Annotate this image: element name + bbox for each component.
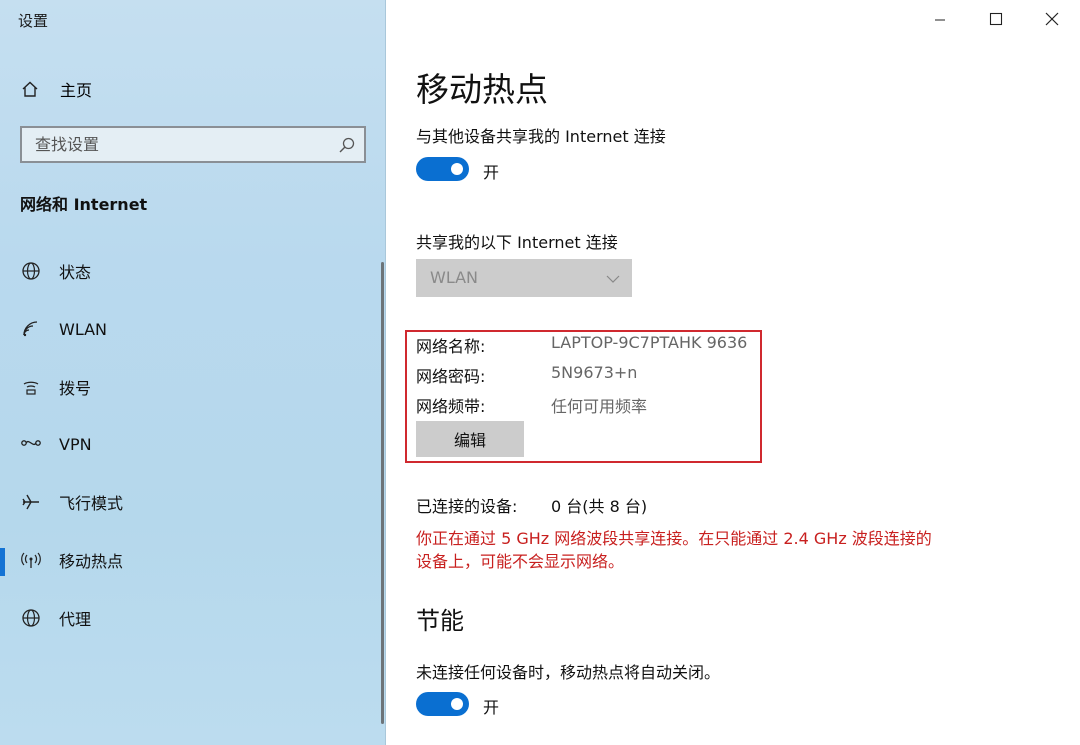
power-saving-desc: 未连接任何设备时，移动热点将自动关闭。: [416, 663, 721, 682]
sidebar-item-vpn[interactable]: VPN: [0, 424, 384, 464]
wifi-icon: [20, 318, 42, 340]
search-input[interactable]: [22, 128, 335, 161]
sidebar-item-status[interactable]: 状态: [0, 251, 384, 291]
share-from-value: WLAN: [430, 268, 479, 287]
network-band-label: 网络频带:: [416, 397, 486, 416]
sidebar-item-wlan[interactable]: WLAN: [0, 309, 384, 349]
globe-status-icon: [20, 260, 42, 282]
share-internet-label: 与其他设备共享我的 Internet 连接: [416, 127, 666, 146]
sidebar-item-proxy[interactable]: 代理: [0, 598, 384, 638]
network-password-label: 网络密码:: [416, 367, 486, 386]
dialup-icon: [20, 376, 42, 398]
search-box[interactable]: [20, 126, 366, 163]
chevron-down-icon: [606, 271, 620, 285]
toggle-knob: [451, 698, 463, 710]
power-saving-title: 节能: [416, 607, 464, 635]
edit-button[interactable]: 编辑: [416, 421, 524, 457]
band-warning-line2: 设备上，可能不会显示网络。: [416, 552, 625, 571]
power-saving-toggle[interactable]: [416, 692, 469, 716]
globe-icon: [20, 607, 42, 629]
page-title: 移动热点: [416, 70, 548, 109]
main-content: 移动热点 与其他设备共享我的 Internet 连接 开 共享我的以下 Inte…: [386, 0, 1080, 745]
vpn-icon: [20, 433, 42, 455]
sidebar-item-label: 状态: [59, 263, 92, 282]
sidebar-item-label: WLAN: [59, 319, 108, 339]
sidebar-item-label: 移动热点: [59, 552, 124, 571]
sidebar-item-label: 代理: [59, 610, 92, 629]
sidebar-item-label: 飞行模式: [59, 494, 124, 513]
share-from-label: 共享我的以下 Internet 连接: [416, 233, 618, 252]
home-icon: [20, 79, 40, 99]
power-toggle-state: 开: [483, 698, 500, 717]
app-title: 设置: [18, 12, 49, 30]
band-warning-line1: 你正在通过 5 GHz 网络波段共享连接。在只能通过 2.4 GHz 波段连接的: [416, 529, 932, 548]
sidebar-item-label: VPN: [59, 434, 92, 454]
network-band-value: 任何可用频率: [551, 397, 648, 416]
toggle-knob: [451, 163, 463, 175]
network-name-value: LAPTOP-9C7PTAHK 9636: [551, 333, 748, 352]
home-link[interactable]: 主页: [20, 76, 92, 102]
sidebar-scrollbar[interactable]: [381, 262, 384, 724]
sidebar-item-dialup[interactable]: 拨号: [0, 367, 384, 407]
connected-devices-label: 已连接的设备:: [416, 497, 518, 516]
sidebar: 设置 主页 网络和 Internet 状态 WLAN 拨号 V: [0, 0, 386, 745]
hotspot-icon: [20, 549, 42, 571]
connected-devices-value: 0 台(共 8 台): [551, 497, 648, 516]
home-label: 主页: [60, 81, 93, 100]
network-password-value: 5N9673+n: [551, 363, 638, 382]
band-warning: 你正在通过 5 GHz 网络波段共享连接。在只能通过 2.4 GHz 波段连接的…: [416, 527, 956, 573]
sidebar-item-airplane[interactable]: 飞行模式: [0, 482, 384, 522]
airplane-icon: [20, 491, 42, 513]
search-icon[interactable]: [338, 136, 356, 154]
sidebar-item-hotspot[interactable]: 移动热点: [0, 540, 384, 580]
network-name-label: 网络名称:: [416, 337, 486, 356]
share-toggle-state: 开: [483, 163, 500, 182]
share-from-dropdown[interactable]: WLAN: [416, 259, 632, 297]
section-title: 网络和 Internet: [20, 195, 148, 214]
sidebar-item-label: 拨号: [59, 379, 92, 398]
share-internet-toggle[interactable]: [416, 157, 469, 181]
